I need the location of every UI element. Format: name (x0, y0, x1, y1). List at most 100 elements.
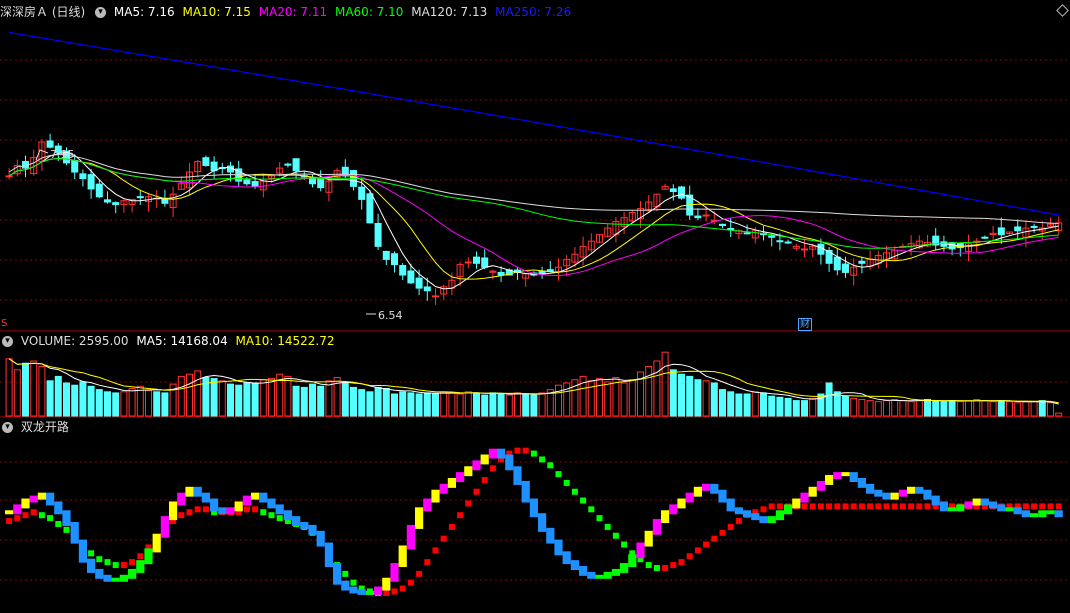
ma60-value: MA60: 7.10 (334, 5, 404, 19)
volume-bar (997, 400, 1005, 417)
volume-bar (5, 358, 13, 417)
fast-line-segment (710, 483, 719, 494)
volume-bar (940, 401, 948, 417)
volume-ma10-value: MA10: 14522.72 (235, 334, 335, 348)
candle-body (825, 249, 833, 264)
volume-bar (22, 362, 29, 417)
fast-line-segment (726, 498, 735, 512)
volume-bar (628, 379, 636, 417)
volume-bar (858, 399, 866, 417)
finance-event-marker[interactable]: 财 (798, 318, 812, 331)
fast-line-segment (365, 590, 374, 595)
fast-line-segment (620, 563, 629, 573)
chevron-down-icon[interactable]: ▾ (2, 336, 13, 347)
fast-line-segment (529, 498, 538, 518)
volume-bar (727, 391, 735, 417)
fast-line-segment (226, 507, 235, 515)
slow-line-block (137, 553, 144, 560)
slow-line-block (891, 503, 898, 510)
candle-body (678, 186, 685, 199)
ma120-value: MA120: 7.13 (411, 5, 488, 19)
volume-bar (653, 360, 661, 417)
slow-line-block (465, 500, 472, 507)
fast-line-segment (751, 513, 760, 521)
volume-bar (194, 370, 202, 417)
slow-line-block (522, 447, 529, 454)
chevron-down-icon[interactable]: ▾ (95, 7, 107, 18)
volume-bar (604, 381, 612, 417)
candle-body (366, 193, 374, 224)
fast-line-segment (718, 489, 727, 503)
candle-body (46, 140, 54, 148)
fast-line-segment (685, 492, 694, 503)
fast-line-segment (374, 586, 383, 595)
fast-line-segment (472, 460, 481, 471)
volume-bar (341, 382, 349, 417)
slow-line-block (530, 450, 537, 457)
candle-body (382, 250, 390, 260)
ma10-value: MA10: 7.15 (182, 5, 251, 19)
candle-body (71, 159, 79, 173)
volume-bar (505, 394, 513, 417)
volume-bar (825, 382, 833, 417)
fast-line-segment (677, 498, 686, 509)
slow-line-block (178, 512, 185, 519)
fast-line-segment (13, 504, 22, 515)
volume-bar (776, 396, 784, 417)
candle-body (87, 174, 95, 190)
price-panel-header: 深深房Ａ (日线) ▾ MA5: 7.16 MA10: 7.15 MA20: 7… (0, 4, 575, 20)
slow-line-block (809, 503, 816, 510)
fast-line-segment (259, 492, 268, 503)
volume-bar (678, 373, 685, 417)
slow-line-block (547, 462, 554, 469)
volume-bar (112, 392, 120, 417)
volume-bar (13, 369, 21, 417)
slow-line-block (662, 565, 669, 571)
candle-body (768, 235, 776, 238)
candle-body (243, 179, 251, 185)
fast-line-segment (447, 478, 456, 488)
fast-line-segment (283, 510, 292, 521)
chevron-down-icon[interactable]: ▾ (2, 422, 13, 433)
volume-bar (694, 379, 702, 417)
fast-line-segment (980, 498, 989, 506)
slow-line-block (916, 503, 923, 510)
candle-body (374, 222, 382, 247)
fast-line-segment (275, 504, 284, 515)
fast-line-segment (816, 480, 825, 491)
volume-bar (883, 400, 890, 417)
candle-body (423, 286, 431, 292)
slow-line-block (268, 512, 275, 519)
fast-line-segment (849, 472, 858, 482)
high-price-label: 7.95 (50, 148, 75, 161)
fast-line-segment (907, 486, 916, 494)
slow-line-block (580, 497, 587, 504)
slow-line-block (473, 488, 480, 495)
fast-line-segment (505, 454, 514, 471)
fast-line-segment (1030, 513, 1039, 518)
slow-line-block (448, 523, 455, 530)
volume-bar (432, 393, 439, 417)
candle-body (1030, 225, 1038, 228)
fast-line-segment (201, 492, 210, 503)
volume-bar (186, 373, 193, 417)
fast-line-segment (521, 480, 530, 503)
candle-body (358, 186, 366, 200)
slow-line-block (776, 503, 783, 510)
volume-value: VOLUME: 2595.00 (20, 334, 129, 348)
slow-line-block (867, 503, 874, 510)
slow-line-block (850, 503, 857, 510)
volume-bar (965, 400, 972, 417)
slow-line-block (826, 503, 833, 510)
slow-line-block (276, 515, 283, 522)
slow-line-block (514, 447, 521, 454)
slow-line-block (555, 471, 562, 478)
fast-line-segment (841, 472, 850, 477)
fast-line-segment (423, 498, 432, 512)
candle-body (202, 157, 210, 166)
volume-bar (464, 391, 472, 417)
fast-line-segment (292, 516, 301, 526)
volume-bar (899, 400, 907, 417)
fast-line-segment (1013, 507, 1022, 515)
fast-line-segment (29, 495, 38, 503)
